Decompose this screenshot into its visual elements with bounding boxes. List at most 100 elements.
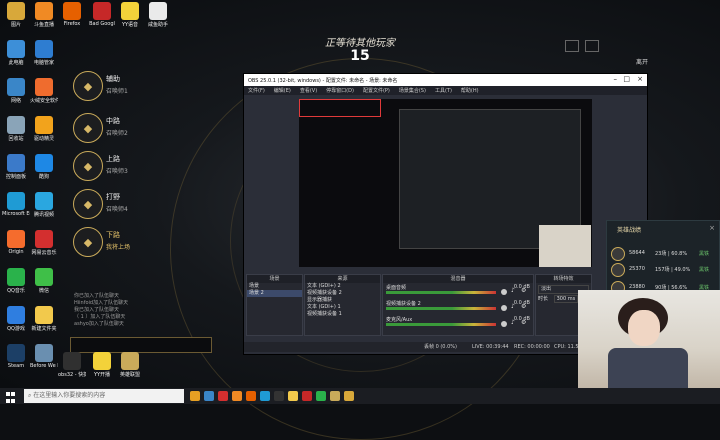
obs-menu-item[interactable]: 文件(F) xyxy=(248,88,265,94)
taskbar-app-icon[interactable] xyxy=(232,391,242,401)
lobby-settings-icon[interactable] xyxy=(565,40,579,52)
taskbar-search-input[interactable]: ⌕ 在这里输入你要搜索的内容 xyxy=(24,389,184,403)
webcam-shirt-shape xyxy=(608,348,688,388)
taskbar-app-icon[interactable] xyxy=(344,391,354,401)
webcam-overlay xyxy=(578,290,720,388)
source-item[interactable]: 视频捕获设备 1 xyxy=(305,311,380,318)
chat-line: （ 1 ）加入了队伍聊天 xyxy=(74,314,126,320)
taskbar-app-icon[interactable] xyxy=(260,391,270,401)
desktop-icon[interactable]: 微信 xyxy=(30,268,58,294)
source-item[interactable]: 文本 (GDI+) 2 xyxy=(305,283,380,290)
source-item[interactable]: 显示器捕获 xyxy=(305,297,380,304)
chat-line: Hiinfoid加入了队伍聊天 xyxy=(74,300,129,306)
desktop-icon[interactable]: Bad Googl xyxy=(88,2,116,27)
mixer-channel: 视频捕获设备 2 0.0 dB ♪ ⚙ xyxy=(383,299,533,315)
app-icon xyxy=(35,116,53,134)
app-icon xyxy=(7,116,25,134)
desktop-icon[interactable]: Microsoft Edge xyxy=(2,192,30,217)
minimize-icon[interactable]: – xyxy=(614,75,618,83)
gear-icon[interactable]: ⚙ xyxy=(521,319,526,326)
desktop-icon[interactable]: obs32 - 快捷方式 xyxy=(58,352,86,378)
maximize-icon[interactable]: □ xyxy=(623,75,630,83)
app-icon xyxy=(35,78,53,96)
leave-button[interactable]: 离开 xyxy=(636,57,648,66)
desktop-icon[interactable]: 此电脑 xyxy=(2,40,30,66)
speaker-icon[interactable]: ♪ xyxy=(511,319,515,326)
source-item[interactable]: 文本 (GDI+) 1 xyxy=(305,304,380,311)
scene-item[interactable]: 场景 2 xyxy=(247,290,302,297)
duration-input[interactable]: 300 ms xyxy=(553,295,579,303)
desktop-icon[interactable]: 电脑管家 xyxy=(30,40,58,66)
desktop-icon[interactable]: 网易云音乐 xyxy=(30,230,58,256)
slot-player: 召唤师1 xyxy=(106,88,128,95)
desktop-icon[interactable]: 咸鱼助手 xyxy=(144,2,172,28)
desktop-icon[interactable]: Origin xyxy=(2,230,30,255)
desktop-icon[interactable]: 网络 xyxy=(2,78,30,104)
mixer-channel-name: 麦克风/Aux xyxy=(386,317,413,323)
desktop-icon[interactable]: 驱动精灵 xyxy=(30,116,58,142)
desktop-icon[interactable]: 斗鱼直播 xyxy=(30,2,58,28)
desktop-icon[interactable]: QQ游戏 xyxy=(2,306,30,332)
obs-menu-item[interactable]: 场景集合(S) xyxy=(399,88,426,94)
speaker-icon[interactable]: ♪ xyxy=(511,287,515,294)
desktop-icon[interactable]: 腾讯视频 xyxy=(30,192,58,218)
desktop-icon[interactable]: 火绒安全软件 xyxy=(30,78,58,104)
slot-role: 下路 xyxy=(106,231,120,239)
desktop-icon[interactable]: 回收站 xyxy=(2,116,30,142)
windows-start-icon[interactable] xyxy=(6,391,16,403)
volume-slider-handle[interactable] xyxy=(501,289,507,295)
lobby-chat-log: 你已加入了队伍聊天 Hiinfoid加入了队伍聊天 我已加入了队伍聊天 （ 1 … xyxy=(74,293,214,328)
taskbar-app-icon[interactable] xyxy=(316,391,326,401)
taskbar-app-icon[interactable] xyxy=(330,391,340,401)
desktop-icon[interactable]: 英雄联盟 xyxy=(116,352,144,378)
gear-icon[interactable]: ⚙ xyxy=(521,303,526,310)
preview-selection-box[interactable] xyxy=(299,99,381,117)
volume-slider-handle[interactable] xyxy=(501,321,507,327)
desktop-icon[interactable]: QQ音乐 xyxy=(2,268,30,294)
app-icon xyxy=(121,2,139,20)
desktop-icon[interactable]: 新建文件夹 xyxy=(30,306,58,332)
desktop-icon-label: QQ游戏 xyxy=(7,326,25,332)
taskbar-app-icon[interactable] xyxy=(190,391,200,401)
obs-menu-item[interactable]: 工具(T) xyxy=(435,88,452,94)
taskbar-app-icon[interactable] xyxy=(302,391,312,401)
desktop-icon[interactable]: YY开播 xyxy=(88,352,116,378)
mixer-channel-name: 视频捕获设备 2 xyxy=(386,301,421,307)
taskbar-app-icon[interactable] xyxy=(204,391,214,401)
taskbar-app-icon[interactable] xyxy=(288,391,298,401)
desktop-icon[interactable]: 图片 xyxy=(2,2,30,28)
speaker-icon[interactable]: ♪ xyxy=(511,303,515,310)
desktop-icon-label: 腾讯视频 xyxy=(33,212,54,218)
desktop-icon[interactable]: 控制面板 xyxy=(2,154,30,180)
obs-menu-item[interactable]: 配置文件(P) xyxy=(363,88,390,94)
desktop-icon-label: YY语音 xyxy=(121,22,139,28)
lobby-help-icon[interactable] xyxy=(585,40,599,52)
app-icon xyxy=(35,154,53,172)
chat-input[interactable] xyxy=(70,337,212,353)
volume-slider-handle[interactable] xyxy=(501,305,507,311)
desktop-icon[interactable]: 酷狗 xyxy=(30,154,58,180)
obs-menu-item[interactable]: 编辑(E) xyxy=(274,88,291,94)
panel-close-icon[interactable]: × xyxy=(709,224,715,232)
desktop-icon[interactable]: YY语音 xyxy=(116,2,144,28)
obs-titlebar: OBS 25.0.1 (32-bit, windows) - 配置文件: 未命名… xyxy=(244,74,647,86)
taskbar-app-icon[interactable] xyxy=(246,391,256,401)
desktop-icon[interactable]: Firefox xyxy=(58,2,86,27)
scene-item[interactable]: 场景 xyxy=(247,283,302,290)
obs-menu-item[interactable]: 查看(V) xyxy=(300,88,317,94)
app-icon xyxy=(93,352,111,370)
obs-menu-item[interactable]: 帮助(H) xyxy=(461,88,479,94)
desktop-icon[interactable]: Steam xyxy=(2,344,30,369)
taskbar-app-icon[interactable] xyxy=(218,391,228,401)
search-icon: ⌕ xyxy=(28,392,32,399)
gear-icon[interactable]: ⚙ xyxy=(521,287,526,294)
lobby-slot: ◆ 打野 召唤师4 xyxy=(70,188,240,220)
source-item[interactable]: 视频捕获设备 2 xyxy=(305,290,380,297)
taskbar-app-icon[interactable] xyxy=(274,391,284,401)
role-badge-icon: ◆ xyxy=(73,189,103,219)
desktop-icon-label: 网络 xyxy=(10,98,21,104)
obs-menu-item[interactable]: 停靠窗口(D) xyxy=(326,88,354,94)
desktop-icon[interactable]: Before We Leave xyxy=(30,344,58,369)
obs-preview[interactable] xyxy=(299,99,592,267)
close-icon[interactable]: × xyxy=(637,75,643,83)
